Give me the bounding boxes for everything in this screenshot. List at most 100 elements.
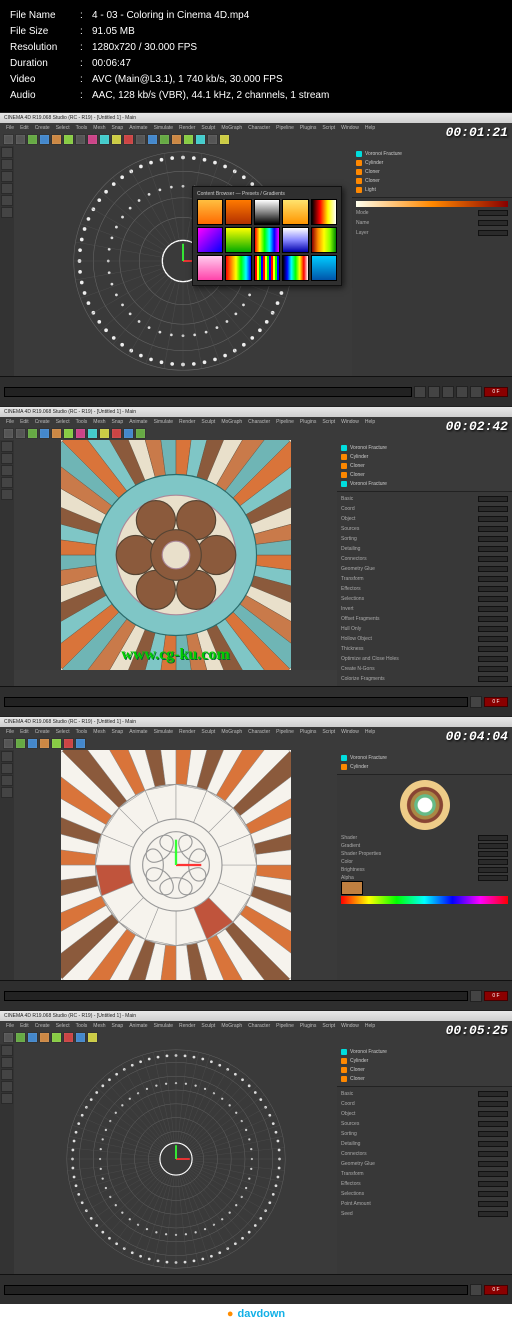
attr-row[interactable]: Detailing	[341, 1140, 508, 1148]
tool-live-select[interactable]	[27, 134, 38, 145]
perspective-viewport[interactable]: Content Browser — Presets / Gradients	[14, 146, 352, 376]
play-button[interactable]	[470, 1284, 482, 1296]
tool-scale[interactable]	[39, 1032, 50, 1043]
attr-field[interactable]	[478, 586, 508, 592]
attr-field[interactable]	[478, 230, 508, 236]
attr-row[interactable]: Layer	[356, 229, 508, 237]
gradient-swatch[interactable]	[282, 255, 308, 281]
play-button[interactable]	[470, 696, 482, 708]
timeline-track[interactable]	[4, 387, 412, 397]
menu-create[interactable]: Create	[35, 1023, 50, 1029]
object-manager[interactable]: Voronoi FractureCylinderClonerClonerVoro…	[337, 440, 512, 492]
menu-pipeline[interactable]: Pipeline	[276, 125, 294, 131]
menu-window[interactable]: Window	[341, 419, 359, 425]
menu-help[interactable]: Help	[365, 1023, 375, 1029]
perspective-viewport[interactable]	[14, 1044, 337, 1274]
menu-simulate[interactable]: Simulate	[154, 729, 173, 735]
timeline-frame-counter[interactable]: 0 F	[484, 991, 508, 1001]
attr-row[interactable]: Thickness	[341, 645, 508, 653]
timeline[interactable]: 0 F	[0, 376, 512, 406]
attr-row[interactable]: Offset Fragments	[341, 615, 508, 623]
tool-axis[interactable]	[75, 134, 86, 145]
attr-row[interactable]: Color	[341, 858, 508, 866]
attr-row[interactable]: Sources	[341, 525, 508, 533]
tool-camera[interactable]	[207, 134, 218, 145]
mode-edge[interactable]	[1, 477, 13, 488]
menu-mograph[interactable]: MoGraph	[221, 419, 242, 425]
mode-object[interactable]	[1, 159, 13, 170]
tool-undo[interactable]	[3, 428, 14, 439]
attr-row[interactable]: Seed	[341, 1210, 508, 1218]
menu-plugins[interactable]: Plugins	[300, 1023, 316, 1029]
tree-item[interactable]: Light	[356, 185, 508, 194]
mode-edge[interactable]	[1, 1081, 13, 1092]
play-button[interactable]	[470, 990, 482, 1002]
gradient-presets-popover[interactable]: Content Browser — Presets / Gradients	[192, 186, 342, 286]
attr-row[interactable]: Invert	[341, 605, 508, 613]
tool-spline[interactable]	[135, 428, 146, 439]
gradient-swatch[interactable]	[225, 227, 251, 253]
menu-sculpt[interactable]: Sculpt	[201, 729, 215, 735]
mode-edge[interactable]	[1, 787, 13, 798]
tree-item[interactable]: Cloner	[341, 1065, 508, 1074]
attr-row[interactable]: Effectors	[341, 585, 508, 593]
menu-render[interactable]: Render	[179, 125, 195, 131]
attr-field[interactable]	[478, 1181, 508, 1187]
attr-row[interactable]: Sorting	[341, 535, 508, 543]
attr-field[interactable]	[478, 843, 508, 849]
menu-edit[interactable]: Edit	[20, 729, 29, 735]
tool-render[interactable]	[63, 738, 74, 749]
attr-field[interactable]	[478, 526, 508, 532]
menu-script[interactable]: Script	[322, 729, 335, 735]
play-fwd[interactable]	[456, 386, 468, 398]
attribute-manager[interactable]: ModeNameLayer	[352, 198, 512, 376]
tool-live-select[interactable]	[15, 1032, 26, 1043]
menu-snap[interactable]: Snap	[112, 419, 124, 425]
menu-snap[interactable]: Snap	[112, 125, 124, 131]
gradient-swatch[interactable]	[254, 199, 280, 225]
attr-row[interactable]: Coord	[341, 1100, 508, 1108]
attr-row[interactable]: Coord	[341, 505, 508, 513]
tool-scale[interactable]	[39, 738, 50, 749]
menu-bar[interactable]: FileEditCreateSelectToolsMeshSnapAnimate…	[0, 1021, 512, 1030]
mode-texture[interactable]	[1, 207, 13, 218]
attribute-manager[interactable]: BasicCoordObjectSourcesSortingDetailingC…	[337, 492, 512, 686]
attr-field[interactable]	[478, 867, 508, 873]
tool-live-select[interactable]	[27, 428, 38, 439]
gradient-ring-preview[interactable]	[400, 780, 450, 830]
tool-xaxis[interactable]	[75, 428, 86, 439]
mode-poly[interactable]	[1, 1093, 13, 1104]
menu-bar[interactable]: FileEditCreateSelectToolsMeshSnapAnimate…	[0, 123, 512, 132]
menu-file[interactable]: File	[6, 1023, 14, 1029]
menu-render[interactable]: Render	[179, 1023, 195, 1029]
hue-slider[interactable]	[341, 896, 508, 904]
attr-field[interactable]	[478, 220, 508, 226]
timeline-frame-counter[interactable]: 0 F	[484, 697, 508, 707]
tool-zaxis[interactable]	[111, 134, 122, 145]
attr-field[interactable]	[478, 1121, 508, 1127]
menu-tools[interactable]: Tools	[76, 125, 88, 131]
tool-render[interactable]	[123, 134, 134, 145]
menu-character[interactable]: Character	[248, 1023, 270, 1029]
timeline[interactable]: 0 F	[0, 1274, 512, 1304]
attr-field[interactable]	[478, 596, 508, 602]
tool-cube[interactable]	[123, 428, 134, 439]
attr-field[interactable]	[478, 1191, 508, 1197]
tool-cube[interactable]	[147, 134, 158, 145]
mode-model[interactable]	[1, 441, 13, 452]
attr-field[interactable]	[478, 626, 508, 632]
gradient-swatch[interactable]	[282, 199, 308, 225]
menu-render[interactable]: Render	[179, 729, 195, 735]
attr-field[interactable]	[478, 1111, 508, 1117]
attr-field[interactable]	[478, 636, 508, 642]
attr-field[interactable]	[478, 1091, 508, 1097]
menu-sculpt[interactable]: Sculpt	[201, 1023, 215, 1029]
tool-light[interactable]	[219, 134, 230, 145]
tool-undo[interactable]	[3, 1032, 14, 1043]
tree-item[interactable]: Cloner	[356, 167, 508, 176]
attr-field[interactable]	[478, 666, 508, 672]
mode-point[interactable]	[1, 171, 13, 182]
perspective-viewport[interactable]	[14, 750, 337, 980]
attr-row[interactable]: Mode	[356, 209, 508, 217]
tool-rotate[interactable]	[63, 134, 74, 145]
